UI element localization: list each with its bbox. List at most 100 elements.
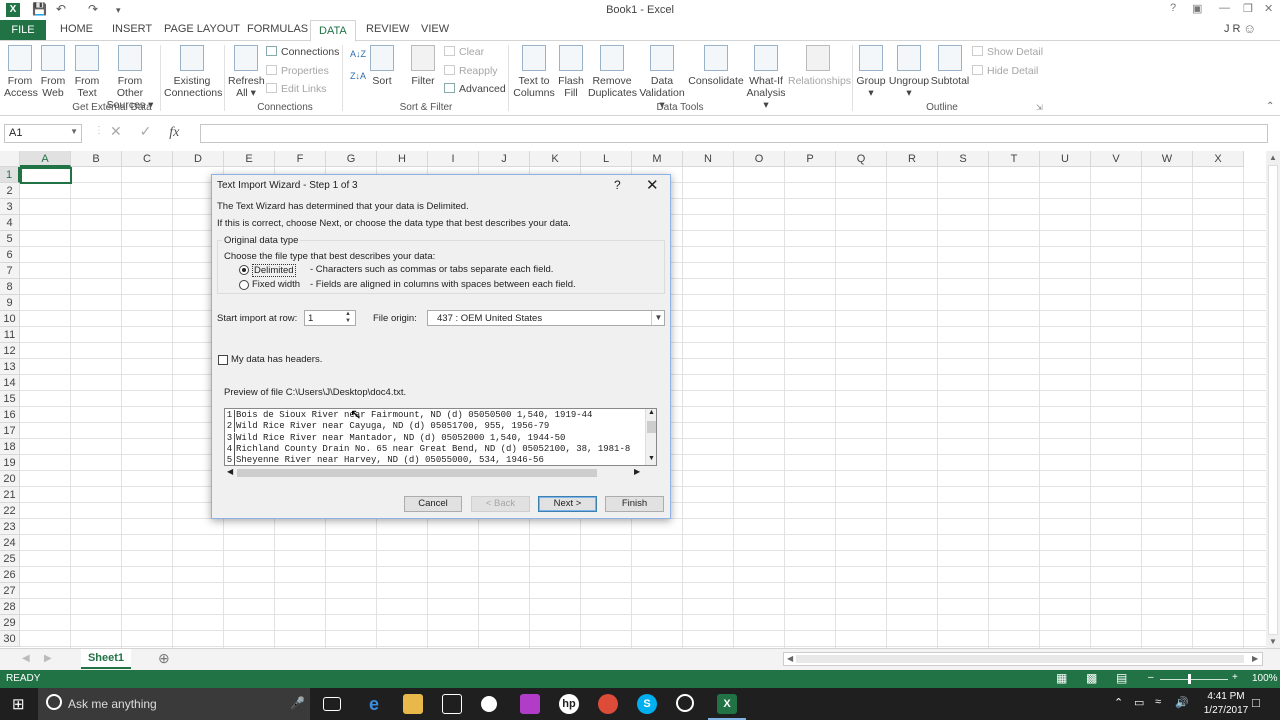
- row-header[interactable]: 11: [0, 327, 20, 343]
- skype-icon[interactable]: S: [637, 694, 657, 714]
- spinner-arrows-icon[interactable]: ▲ ▼: [345, 311, 351, 325]
- filter-button[interactable]: Filter: [408, 45, 438, 87]
- properties-button[interactable]: Properties: [266, 65, 329, 77]
- clock-time[interactable]: 4:41 PM: [1206, 691, 1246, 702]
- zoom-slider-thumb[interactable]: [1188, 674, 1191, 684]
- subtotal-button[interactable]: Subtotal: [930, 45, 970, 87]
- column-header[interactable]: G: [326, 151, 377, 167]
- scroll-right-icon[interactable]: ▶: [1252, 654, 1258, 663]
- dialog-help-button[interactable]: ?: [614, 178, 621, 192]
- file-origin-dropdown[interactable]: 437 : OEM United States ▼: [427, 310, 665, 326]
- preview-v-thumb[interactable]: [647, 421, 656, 433]
- sort-az-button[interactable]: A↓Z: [350, 49, 366, 59]
- scroll-left-icon[interactable]: ◀: [787, 654, 793, 663]
- row-header[interactable]: 17: [0, 423, 20, 439]
- h-scroll-thumb[interactable]: [796, 655, 1244, 663]
- chevron-down-icon[interactable]: ▼: [70, 127, 78, 136]
- media-app-icon[interactable]: [481, 696, 497, 712]
- column-header[interactable]: J: [479, 151, 530, 167]
- column-header[interactable]: S: [938, 151, 989, 167]
- scroll-up-icon[interactable]: ▲: [1269, 153, 1277, 162]
- from-access-button[interactable]: From Access: [4, 45, 38, 99]
- user-avatar-icon[interactable]: ☺: [1243, 21, 1256, 36]
- user-name[interactable]: J R: [1224, 23, 1241, 35]
- row-header[interactable]: 22: [0, 503, 20, 519]
- normal-view-icon[interactable]: ▦: [1056, 671, 1067, 685]
- my-data-has-headers-checkbox[interactable]: [218, 355, 228, 365]
- sort-button[interactable]: Sort: [368, 45, 396, 87]
- hp-icon[interactable]: hp: [559, 694, 579, 714]
- column-header[interactable]: D: [173, 151, 224, 167]
- row-header[interactable]: 25: [0, 551, 20, 567]
- scroll-down-icon[interactable]: ▼: [1269, 637, 1277, 646]
- tab-formulas[interactable]: FORMULAS: [247, 23, 308, 35]
- row-header[interactable]: 24: [0, 535, 20, 551]
- column-header[interactable]: E: [224, 151, 275, 167]
- page-break-view-icon[interactable]: ▤: [1116, 671, 1127, 685]
- page-layout-view-icon[interactable]: ▩: [1086, 671, 1097, 685]
- column-header[interactable]: K: [530, 151, 581, 167]
- fixed-width-label[interactable]: Fixed width: [252, 279, 300, 290]
- horizontal-scrollbar[interactable]: ◀ ▶: [783, 652, 1263, 666]
- volume-icon[interactable]: 🔊: [1175, 696, 1189, 709]
- from-web-button[interactable]: From Web: [38, 45, 68, 99]
- formula-input[interactable]: [200, 124, 1268, 143]
- collapse-ribbon-icon[interactable]: ⌃: [1266, 101, 1274, 112]
- scroll-up-icon[interactable]: ▲: [648, 409, 655, 416]
- column-header[interactable]: I: [428, 151, 479, 167]
- column-header[interactable]: V: [1091, 151, 1142, 167]
- zoom-in-icon[interactable]: +: [1232, 672, 1238, 683]
- prev-sheet-icon[interactable]: ◀: [22, 653, 30, 664]
- tray-arrow-icon[interactable]: ⌃: [1114, 696, 1123, 709]
- tab-insert[interactable]: INSERT: [112, 23, 152, 35]
- row-header[interactable]: 23: [0, 519, 20, 535]
- refresh-all-button[interactable]: Refresh All ▾: [228, 45, 265, 99]
- column-header[interactable]: M: [632, 151, 683, 167]
- column-header[interactable]: O: [734, 151, 785, 167]
- zoom-level[interactable]: 100%: [1252, 673, 1278, 684]
- row-header[interactable]: 12: [0, 343, 20, 359]
- what-if-analysis-button[interactable]: What-If Analysis ▾: [744, 45, 788, 111]
- reapply-button[interactable]: Reapply: [444, 65, 498, 77]
- column-header[interactable]: W: [1142, 151, 1193, 167]
- row-header[interactable]: 10: [0, 311, 20, 327]
- active-cell[interactable]: [20, 167, 72, 184]
- row-header[interactable]: 13: [0, 359, 20, 375]
- from-text-button[interactable]: From Text: [72, 45, 102, 99]
- name-box[interactable]: A1 ▼: [4, 124, 82, 143]
- column-header[interactable]: N: [683, 151, 734, 167]
- edge-browser-icon[interactable]: e: [364, 694, 384, 714]
- column-header[interactable]: P: [785, 151, 836, 167]
- file-preview-box[interactable]: 1 Bois de Sioux River near Fairmount, ND …: [224, 408, 657, 466]
- remove-duplicates-button[interactable]: Remove Duplicates: [588, 45, 637, 99]
- windows-start-icon[interactable]: ⊞: [12, 695, 25, 713]
- ungroup-button[interactable]: Ungroup ▾: [888, 45, 930, 99]
- enter-icon[interactable]: ✓: [140, 123, 152, 139]
- column-header[interactable]: F: [275, 151, 326, 167]
- microphone-icon[interactable]: 🎤: [290, 696, 305, 710]
- battery-icon[interactable]: ▭: [1134, 696, 1144, 709]
- sort-za-button[interactable]: Z↓A: [350, 71, 366, 81]
- tab-home[interactable]: HOME: [60, 23, 93, 35]
- flash-fill-button[interactable]: Flash Fill: [556, 45, 586, 99]
- restore-button[interactable]: ❐: [1243, 2, 1253, 15]
- steam-icon[interactable]: [676, 694, 694, 712]
- select-all-corner[interactable]: [0, 151, 20, 167]
- row-header[interactable]: 14: [0, 375, 20, 391]
- row-header[interactable]: 21: [0, 487, 20, 503]
- row-header[interactable]: 28: [0, 599, 20, 615]
- row-header[interactable]: 8: [0, 279, 20, 295]
- minimize-button[interactable]: —: [1219, 2, 1230, 14]
- scroll-right-icon[interactable]: ▶: [634, 467, 640, 476]
- scroll-thumb[interactable]: [1268, 165, 1278, 635]
- show-detail-button[interactable]: Show Detail: [972, 46, 1043, 58]
- row-header[interactable]: 15: [0, 391, 20, 407]
- tab-page-layout[interactable]: PAGE LAYOUT: [164, 23, 240, 35]
- fixed-width-radio[interactable]: [239, 280, 249, 290]
- column-header[interactable]: R: [887, 151, 938, 167]
- wifi-icon[interactable]: ≈: [1155, 696, 1161, 708]
- row-header[interactable]: 26: [0, 567, 20, 583]
- clear-button[interactable]: Clear: [444, 46, 484, 58]
- edit-links-button[interactable]: Edit Links: [266, 83, 327, 95]
- group-button[interactable]: Group ▾: [856, 45, 886, 99]
